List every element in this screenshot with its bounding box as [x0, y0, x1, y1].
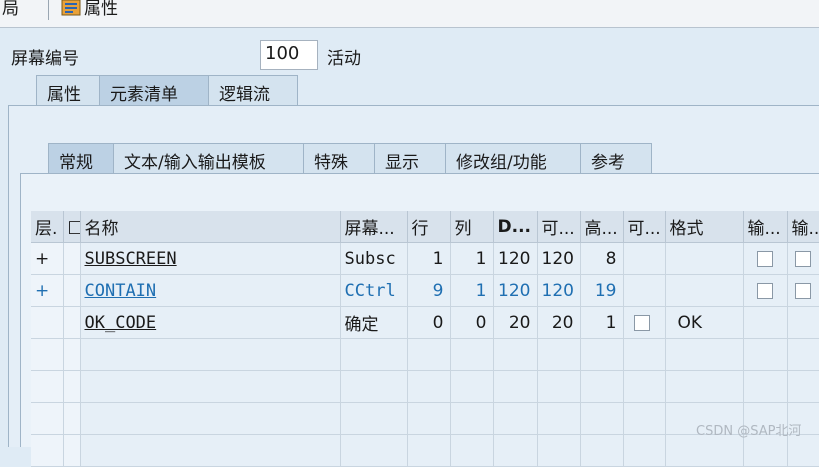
col-input[interactable]: 输... [743, 211, 788, 243]
tab-element-list[interactable]: 元素清单 [99, 75, 209, 105]
tab-attributes[interactable]: 属性 [36, 75, 100, 105]
screen-number-field[interactable]: 100 [260, 40, 318, 70]
row-def-length: 120 [493, 274, 538, 307]
row-level[interactable]: + [31, 242, 64, 275]
output-checkbox[interactable] [795, 250, 811, 267]
table-row[interactable]: OK_CODE 确定 0 0 20 20 1 OK [31, 306, 819, 339]
col-level[interactable]: 层. [31, 211, 64, 243]
row-height: 8 [580, 242, 624, 275]
row-select[interactable] [63, 274, 81, 307]
scrollable-checkbox[interactable] [633, 314, 650, 331]
row-scrollable [623, 274, 666, 307]
application-toolbar: 局 属性 [0, 0, 819, 28]
row-vis-length: 120 [537, 274, 581, 307]
col-format[interactable]: 格式 [665, 211, 744, 243]
row-def-length: 20 [493, 306, 538, 339]
tab-general[interactable]: 常规 [48, 143, 114, 173]
table-row[interactable]: + SUBSCREEN Subsc 1 1 120 120 8 [31, 242, 819, 275]
tab-display[interactable]: 显示 [374, 143, 446, 173]
row-type: Subsc [340, 242, 408, 275]
input-checkbox[interactable] [757, 250, 773, 267]
table-header-row: 层. □ 名称 屏幕... 行 列 D... 可... 高... 可... 格式… [31, 211, 819, 243]
table-row[interactable]: + CONTAIN CCtrl 9 1 120 120 19 [31, 274, 819, 307]
row-select[interactable] [63, 306, 81, 339]
table-row-empty[interactable] [31, 434, 819, 467]
screen-status-text: 活动 [327, 49, 361, 69]
col-row[interactable]: 行 [407, 211, 451, 243]
row-name[interactable]: CONTAIN [80, 274, 341, 307]
row-format: OK [665, 306, 744, 339]
row-select[interactable] [63, 242, 81, 275]
row-scrollable-cell [623, 306, 666, 339]
col-visible-length[interactable]: 可... [537, 211, 581, 243]
row-type: 确定 [340, 306, 408, 339]
toolbar-separator [48, 0, 49, 20]
row-name[interactable]: SUBSCREEN [80, 242, 341, 275]
row-name[interactable]: OK_CODE [80, 306, 341, 339]
row-col: 1 [450, 242, 494, 275]
row-format [665, 242, 744, 275]
row-col: 0 [450, 306, 494, 339]
row-output-cell [787, 306, 819, 339]
tab-text-io-template[interactable]: 文本/输入输出模板 [113, 143, 304, 173]
row-level[interactable] [31, 306, 64, 339]
toolbar-properties-button[interactable]: 属性 [84, 0, 118, 19]
row-output-cell [787, 242, 819, 275]
row-input-cell [743, 242, 788, 275]
table-row-empty[interactable] [31, 338, 819, 371]
col-screen-type[interactable]: 屏幕... [340, 211, 408, 243]
row-vis-length: 20 [537, 306, 581, 339]
row-row: 0 [407, 306, 451, 339]
col-name[interactable]: 名称 [80, 211, 341, 243]
tab-modification-group[interactable]: 修改组/功能 [445, 143, 581, 173]
input-checkbox[interactable] [757, 282, 773, 299]
col-defined-length[interactable]: D... [493, 211, 538, 243]
properties-icon[interactable] [61, 0, 81, 16]
row-height: 19 [580, 274, 624, 307]
row-type: CCtrl [340, 274, 408, 307]
row-scrollable [623, 242, 666, 275]
row-height: 1 [580, 306, 624, 339]
row-row: 9 [407, 274, 451, 307]
col-column[interactable]: 列 [450, 211, 494, 243]
row-vis-length: 120 [537, 242, 581, 275]
tab-references[interactable]: 参考 [580, 143, 652, 173]
row-output-cell [787, 274, 819, 307]
row-format [665, 274, 744, 307]
col-select[interactable]: □ [63, 211, 81, 243]
row-input-cell [743, 274, 788, 307]
tab-flow-logic[interactable]: 逻辑流 [208, 75, 298, 105]
output-checkbox[interactable] [795, 282, 811, 299]
col-scrollable[interactable]: 可... [623, 211, 666, 243]
table-row-empty[interactable] [31, 370, 819, 403]
watermark: CSDN @SAP北河 [696, 424, 802, 439]
screen-number-label: 屏幕编号 [11, 49, 79, 69]
col-output[interactable]: 输... [787, 211, 819, 243]
row-level[interactable]: + [31, 274, 64, 307]
row-input-cell [743, 306, 788, 339]
tab-special[interactable]: 特殊 [303, 143, 375, 173]
row-row: 1 [407, 242, 451, 275]
toolbar-layout-label[interactable]: 局 [2, 0, 19, 19]
row-def-length: 120 [493, 242, 538, 275]
row-col: 1 [450, 274, 494, 307]
col-height[interactable]: 高... [580, 211, 624, 243]
